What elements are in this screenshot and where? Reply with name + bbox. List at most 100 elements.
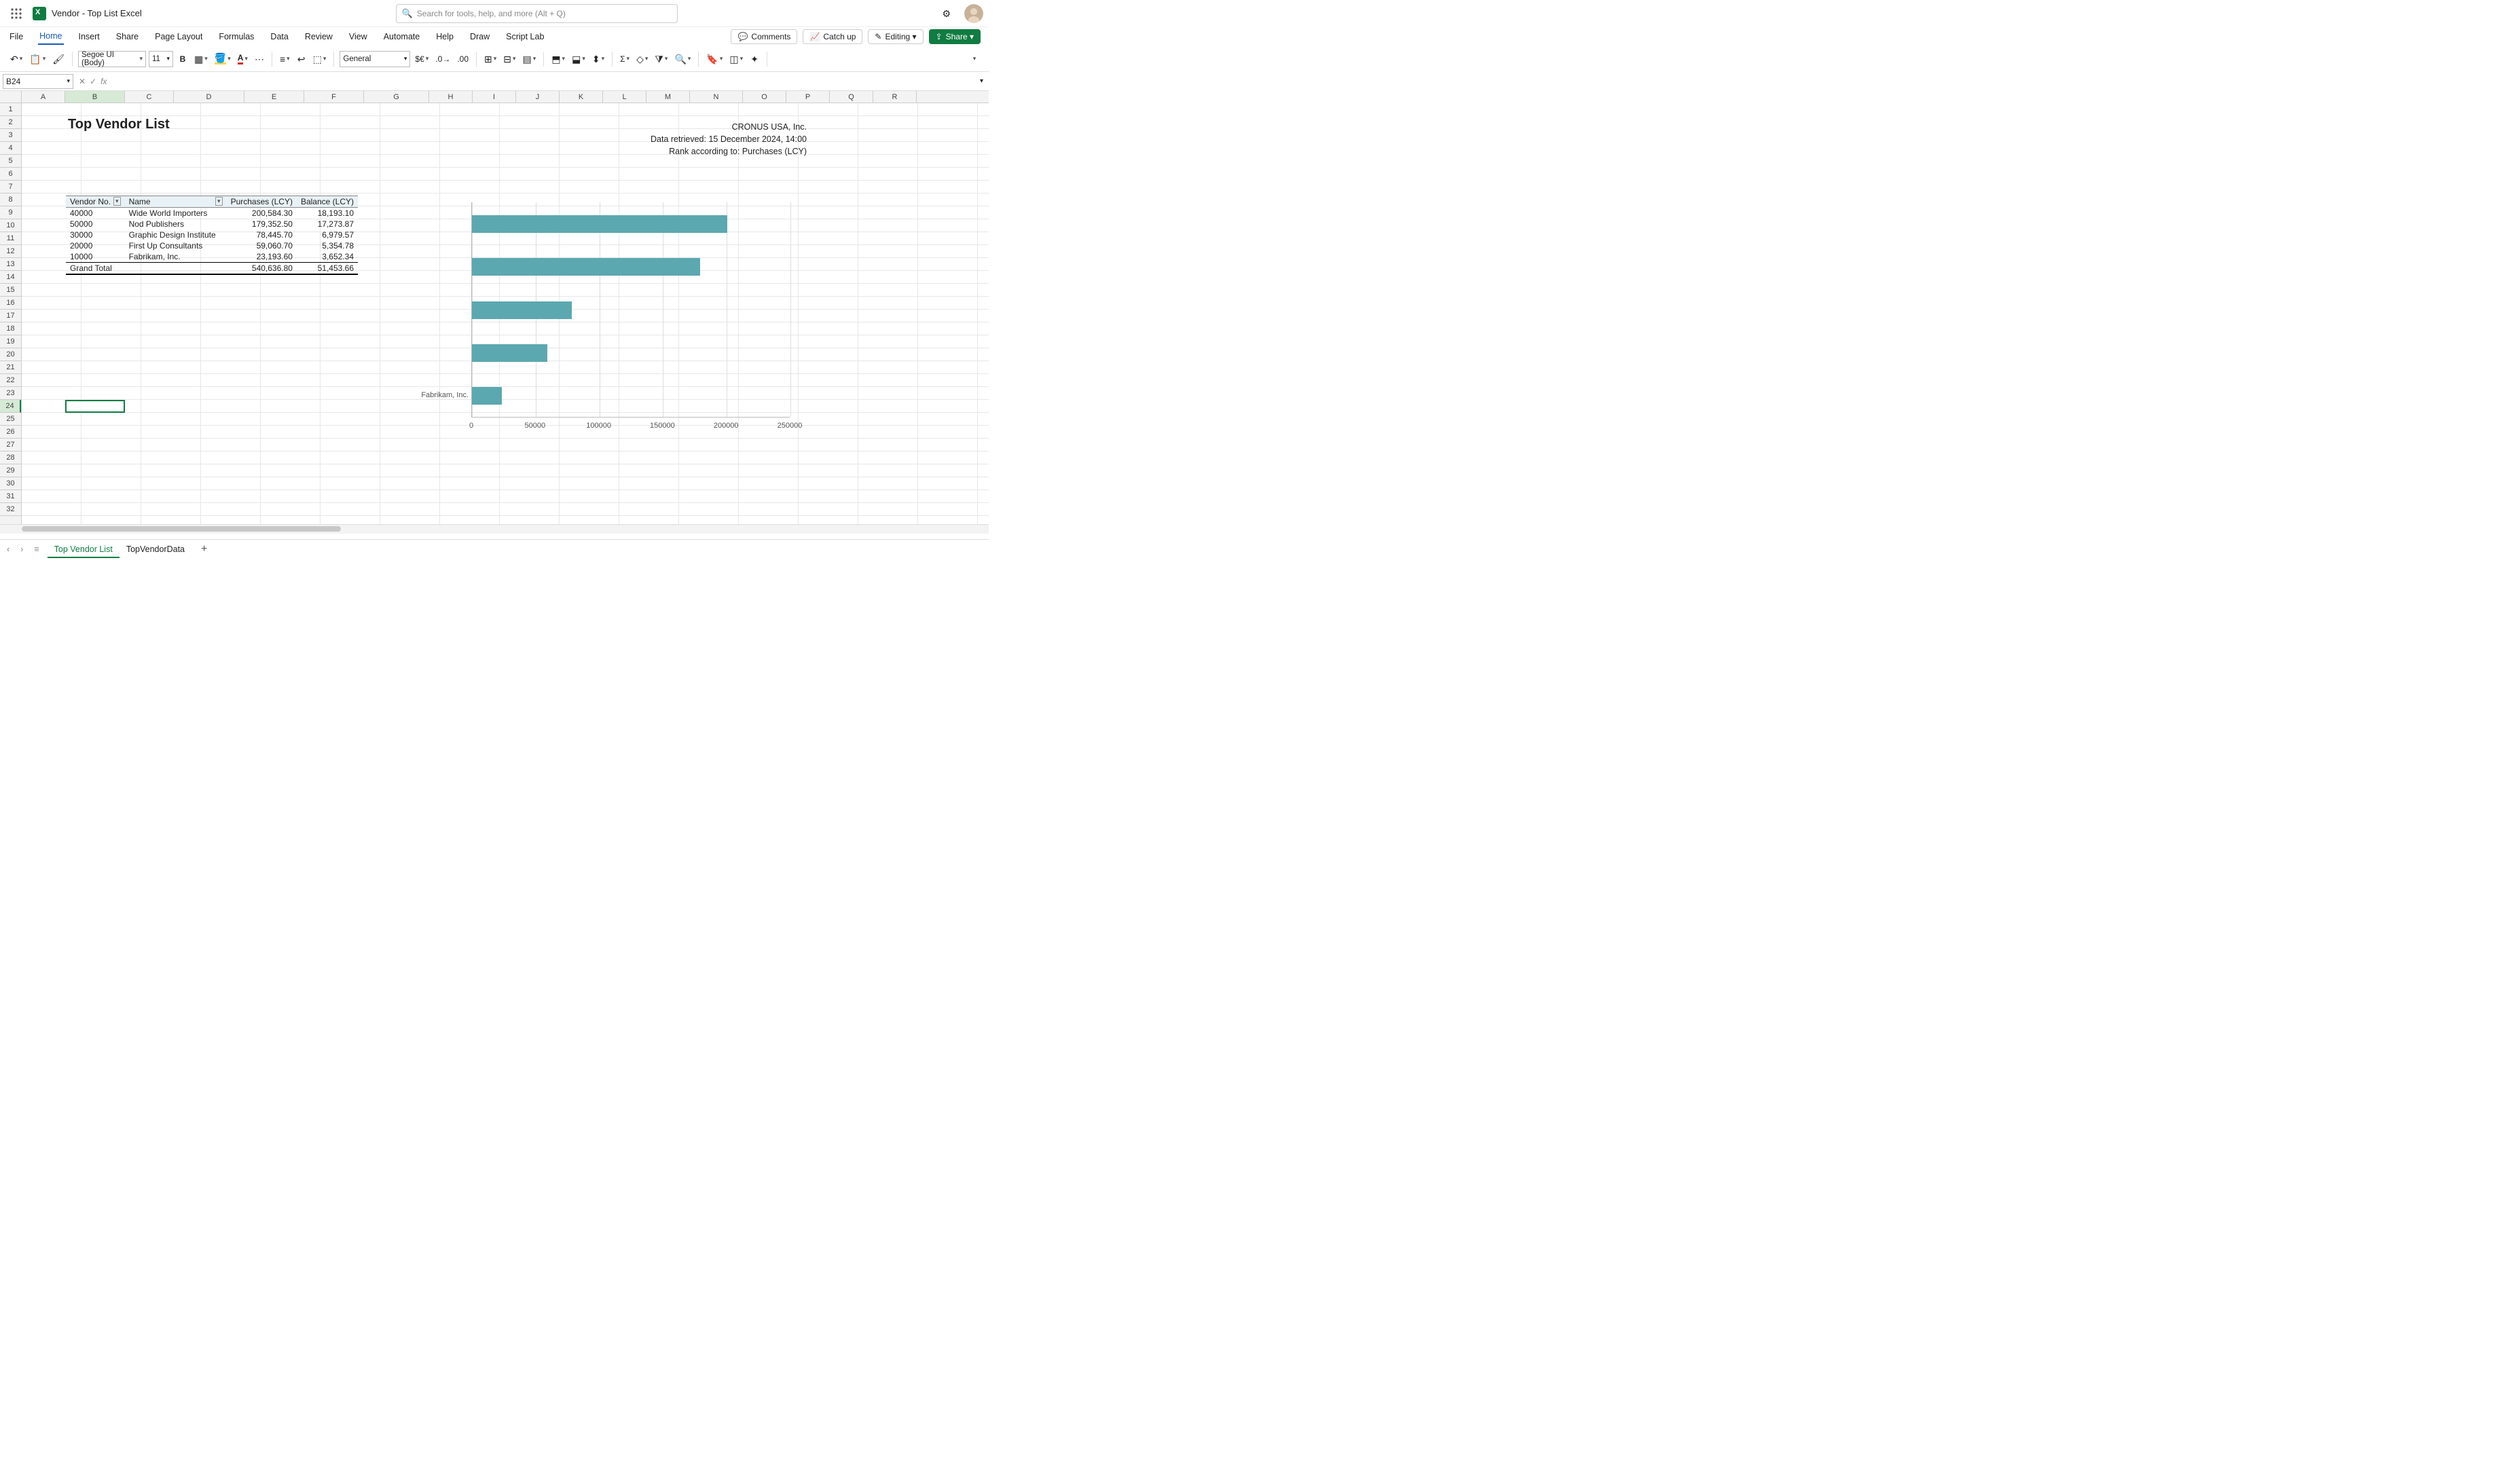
font-name-select[interactable]: Segoe UI (Body) xyxy=(78,51,146,67)
add-sheet-button[interactable]: + xyxy=(197,543,211,555)
table-row[interactable]: 40000Wide World Importers200,584.3018,19… xyxy=(66,208,358,219)
row-header-24[interactable]: 24 xyxy=(0,400,21,413)
row-header-23[interactable]: 23 xyxy=(0,387,21,400)
insert-cells-button[interactable]: ⊞ xyxy=(482,51,498,67)
row-header-28[interactable]: 28 xyxy=(0,451,21,464)
col-header-D[interactable]: D xyxy=(174,91,244,103)
row-header-21[interactable]: 21 xyxy=(0,361,21,374)
currency-button[interactable]: $€ xyxy=(413,51,431,67)
horizontal-scrollbar[interactable] xyxy=(0,524,989,534)
row-header-18[interactable]: 18 xyxy=(0,322,21,335)
ribbon-tab-file[interactable]: File xyxy=(8,29,24,44)
font-color-button[interactable]: A xyxy=(236,51,250,67)
comments-button[interactable]: 💬Comments xyxy=(731,29,797,44)
col-header-A[interactable]: A xyxy=(22,91,65,103)
clear-button[interactable]: ◇ xyxy=(634,51,650,67)
formula-expand-button[interactable]: ▾ xyxy=(974,77,989,85)
fill-color-button[interactable]: 🪣 xyxy=(213,51,233,67)
row-header-2[interactable]: 2 xyxy=(0,116,21,129)
column-headers[interactable]: ABCDEFGHIJKLMNOPQR xyxy=(0,91,989,103)
row-header-1[interactable]: 1 xyxy=(0,103,21,116)
col-header-I[interactable]: I xyxy=(473,91,516,103)
table-row[interactable]: 20000First Up Consultants59,060.705,354.… xyxy=(66,240,358,251)
row-header-32[interactable]: 32 xyxy=(0,503,21,516)
fx-icon[interactable]: fx xyxy=(101,77,107,86)
row-header-12[interactable]: 12 xyxy=(0,245,21,258)
row-header-3[interactable]: 3 xyxy=(0,129,21,142)
decrease-decimal-button[interactable]: .00 xyxy=(455,51,471,67)
col-header-M[interactable]: M xyxy=(646,91,690,103)
col-header-H[interactable]: H xyxy=(429,91,473,103)
table-header[interactable]: Purchases (LCY) xyxy=(227,196,297,208)
chart-bar[interactable] xyxy=(472,301,572,319)
settings-gear-icon[interactable]: ⚙ xyxy=(942,9,951,18)
row-header-5[interactable]: 5 xyxy=(0,155,21,168)
addins-button[interactable]: ◫ xyxy=(727,51,745,67)
name-box[interactable]: B24▾ xyxy=(3,74,73,89)
paste-button[interactable]: 📋 xyxy=(27,51,48,67)
editing-mode-button[interactable]: ✎Editing ▾ xyxy=(868,29,923,44)
row-header-19[interactable]: 19 xyxy=(0,335,21,348)
ribbon-tab-script-lab[interactable]: Script Lab xyxy=(505,29,545,44)
row-header-22[interactable]: 22 xyxy=(0,374,21,387)
row-header-25[interactable]: 25 xyxy=(0,413,21,426)
chart-bar[interactable] xyxy=(472,258,700,276)
col-header-B[interactable]: B xyxy=(65,91,125,103)
font-size-select[interactable]: 11▾ xyxy=(149,51,173,67)
col-header-P[interactable]: P xyxy=(786,91,830,103)
row-header-14[interactable]: 14 xyxy=(0,271,21,284)
col-header-O[interactable]: O xyxy=(743,91,786,103)
col-header-J[interactable]: J xyxy=(516,91,560,103)
autosum-button[interactable]: Σ xyxy=(618,51,632,67)
accept-formula-button[interactable]: ✓ xyxy=(90,77,96,86)
ribbon-tab-view[interactable]: View xyxy=(348,29,369,44)
ribbon-tab-home[interactable]: Home xyxy=(38,29,63,45)
ribbon-tab-review[interactable]: Review xyxy=(304,29,334,44)
format-painter-button[interactable]: 🖌 xyxy=(50,51,67,67)
share-button[interactable]: ⇪Share ▾ xyxy=(929,29,981,44)
table-header[interactable]: Balance (LCY) xyxy=(297,196,358,208)
row-header-6[interactable]: 6 xyxy=(0,168,21,181)
row-header-17[interactable]: 17 xyxy=(0,310,21,322)
delete-rows-button[interactable]: ⬓ xyxy=(570,51,587,67)
number-format-select[interactable]: General▾ xyxy=(340,51,410,67)
col-header-Q[interactable]: Q xyxy=(830,91,873,103)
borders-button[interactable]: ▦ xyxy=(192,51,210,67)
row-header-29[interactable]: 29 xyxy=(0,464,21,477)
delete-cells-button[interactable]: ⊟ xyxy=(501,51,517,67)
col-header-R[interactable]: R xyxy=(873,91,917,103)
row-header-10[interactable]: 10 xyxy=(0,219,21,232)
row-header-9[interactable]: 9 xyxy=(0,206,21,219)
app-launcher[interactable] xyxy=(5,3,27,24)
table-header[interactable]: Vendor No.▾ xyxy=(66,196,125,208)
col-header-E[interactable]: E xyxy=(244,91,304,103)
ribbon-tab-draw[interactable]: Draw xyxy=(469,29,491,44)
ribbon-tab-insert[interactable]: Insert xyxy=(77,29,101,44)
increase-decimal-button[interactable]: .0→ xyxy=(433,51,452,67)
format-cells-button[interactable]: ▤ xyxy=(521,51,538,67)
table-row[interactable]: 50000Nod Publishers179,352.5017,273.87 xyxy=(66,219,358,229)
select-all-corner[interactable] xyxy=(0,91,22,103)
row-height-button[interactable]: ⬍ xyxy=(590,51,606,67)
col-header-C[interactable]: C xyxy=(125,91,174,103)
insert-rows-button[interactable]: ⬒ xyxy=(549,51,567,67)
chart-bar[interactable] xyxy=(472,387,502,405)
sheet-nav-next[interactable]: › xyxy=(18,545,26,554)
filter-icon[interactable]: ▾ xyxy=(113,197,121,206)
ribbon-tab-help[interactable]: Help xyxy=(435,29,455,44)
chart-bar[interactable] xyxy=(472,215,727,233)
copilot-button[interactable]: ✦ xyxy=(748,51,761,67)
align-button[interactable]: ≡ xyxy=(278,51,292,67)
more-font-button[interactable]: ⋯ xyxy=(253,51,266,67)
document-title[interactable]: Vendor - Top List Excel xyxy=(52,8,142,18)
table-row[interactable]: 30000Graphic Design Institute78,445.706,… xyxy=(66,229,358,240)
filter-icon[interactable]: ▾ xyxy=(215,197,223,206)
ribbon-expand-button[interactable] xyxy=(967,51,981,67)
ribbon-tab-automate[interactable]: Automate xyxy=(382,29,422,44)
user-avatar[interactable] xyxy=(964,4,983,23)
search-input[interactable]: 🔍 Search for tools, help, and more (Alt … xyxy=(396,4,678,23)
bold-button[interactable]: B xyxy=(176,51,189,67)
row-header-7[interactable]: 7 xyxy=(0,181,21,193)
row-header-31[interactable]: 31 xyxy=(0,490,21,503)
row-header-26[interactable]: 26 xyxy=(0,426,21,439)
